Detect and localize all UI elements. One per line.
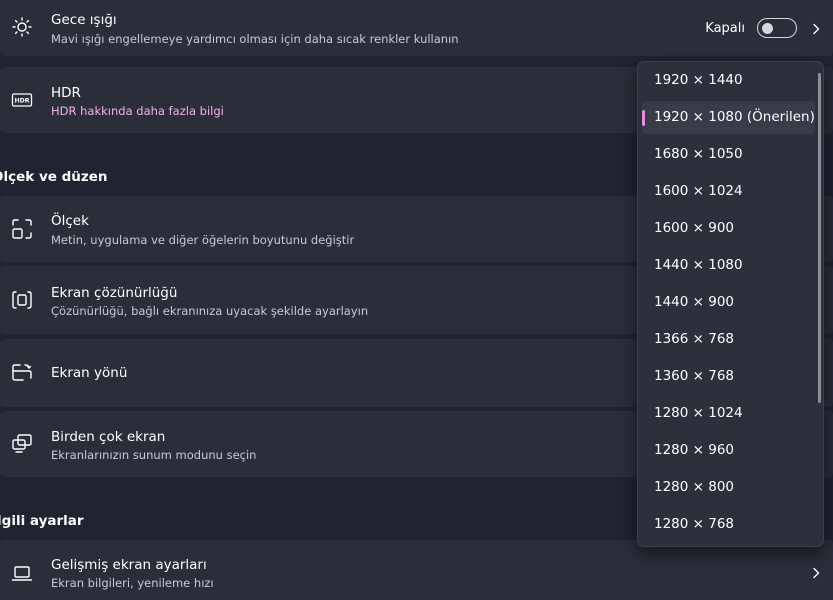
resolution-option[interactable]: 1600 × 900	[642, 212, 815, 245]
resolution-option[interactable]: 1440 × 1080	[642, 249, 815, 282]
section-related-settings: İlgili ayarlar	[0, 513, 84, 529]
advanced-display-row[interactable]: Gelişmiş ekran ayarları Ekran bilgileri,…	[0, 540, 833, 600]
resolution-option-label: 1360 × 768	[654, 368, 735, 384]
orientation-icon	[11, 362, 33, 384]
resolution-option-label: 1440 × 1080	[654, 257, 743, 273]
resolution-option[interactable]: 1680 × 1050	[642, 138, 815, 171]
resolution-option-label: 1280 × 768	[654, 516, 735, 532]
laptop-icon	[11, 562, 33, 584]
resolution-dropdown[interactable]: 1920 × 1440 1920 × 1080 (Önerilen) 1680 …	[637, 61, 824, 547]
multiple-displays-description: Ekranlarınızın sunum modunu seçin	[51, 448, 257, 462]
chevron-right-icon[interactable]	[809, 22, 823, 36]
night-light-row[interactable]: Gece ışığı Mavi ışığı engellemeye yardım…	[0, 0, 833, 56]
night-light-description: Mavi ışığı engellemeye yardımcı olması i…	[51, 32, 459, 46]
resolution-option[interactable]: 1280 × 960	[642, 434, 815, 467]
night-light-toggle-label: Kapalı	[705, 21, 745, 36]
scale-icon	[11, 218, 33, 240]
resolution-option-label: 1280 × 800	[654, 479, 735, 495]
orientation-title: Ekran yönü	[51, 365, 128, 381]
resolution-option[interactable]: 1280 × 768	[642, 508, 815, 541]
advanced-display-description: Ekran bilgileri, yenileme hızı	[51, 576, 214, 590]
scale-description: Metin, uygulama ve diğer öğelerin boyutu…	[51, 233, 355, 247]
night-light-title: Gece ışığı	[51, 12, 117, 28]
toggle-knob	[762, 22, 773, 34]
resolution-option-label: 1680 × 1050	[654, 146, 743, 162]
resolution-option-label: 1920 × 1440	[654, 72, 743, 88]
resolution-icon	[11, 289, 33, 311]
scale-title: Ölçek	[51, 213, 89, 229]
night-light-toggle[interactable]	[757, 18, 797, 38]
section-scale-layout: Ölçek ve düzen	[0, 169, 108, 185]
resolution-option-label: 1280 × 1024	[654, 405, 743, 421]
resolution-option[interactable]: 1366 × 768	[642, 323, 815, 356]
resolution-option-label: 1440 × 900	[654, 294, 735, 310]
hdr-icon: HDR	[11, 89, 33, 111]
resolution-option-label: 1366 × 768	[654, 331, 735, 347]
resolution-option[interactable]: 1600 × 1024	[642, 175, 815, 208]
selection-indicator	[642, 110, 645, 126]
hdr-info-link[interactable]: HDR hakkında daha fazla bilgi	[51, 104, 224, 118]
resolution-option-label: 1920 × 1080 (Önerilen)	[654, 109, 815, 125]
multiple-displays-title: Birden çok ekran	[51, 429, 166, 445]
resolution-option[interactable]: 1440 × 900	[642, 286, 815, 319]
resolution-option-label: 1600 × 1024	[654, 183, 743, 199]
resolution-description: Çözünürlüğü, bağlı ekranınıza uyacak şek…	[51, 304, 369, 318]
resolution-option-label: 1280 × 960	[654, 442, 735, 458]
resolution-option[interactable]: 1360 × 768	[642, 360, 815, 393]
resolution-title: Ekran çözünürlüğü	[51, 285, 178, 301]
hdr-title: HDR	[51, 85, 81, 101]
advanced-display-title: Gelişmiş ekran ayarları	[51, 557, 207, 573]
resolution-option[interactable]: 1920 × 1440	[642, 64, 815, 97]
dropdown-scrollbar[interactable]	[818, 73, 821, 403]
resolution-option-label: 1600 × 900	[654, 220, 735, 236]
resolution-option[interactable]: 1280 × 800	[642, 471, 815, 504]
svg-text:HDR: HDR	[14, 98, 29, 105]
resolution-option[interactable]: 1280 × 1024	[642, 397, 815, 430]
brightness-icon	[11, 16, 33, 38]
multiple-displays-icon	[11, 432, 33, 454]
chevron-right-icon[interactable]	[809, 566, 823, 580]
resolution-option-selected[interactable]: 1920 × 1080 (Önerilen)	[642, 101, 815, 134]
